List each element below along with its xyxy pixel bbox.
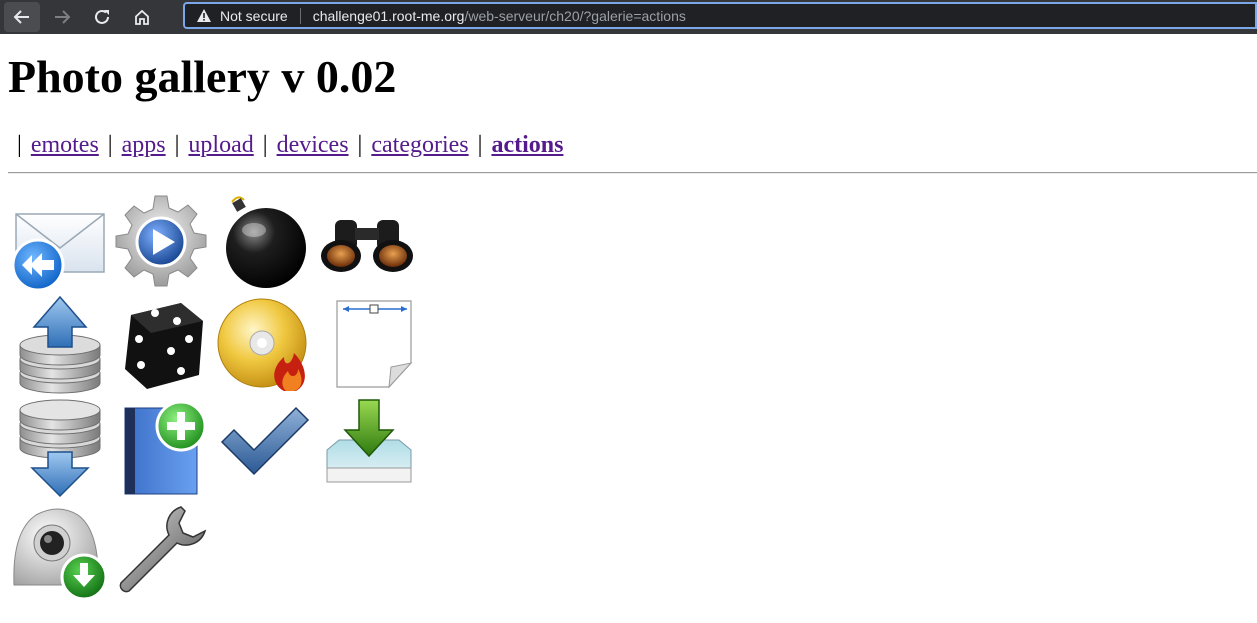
divider bbox=[8, 172, 1257, 174]
menu-link-emotes[interactable]: emotes bbox=[31, 132, 99, 158]
url-host[interactable]: challenge01.root-me.org bbox=[313, 8, 465, 24]
mail-reply-icon[interactable] bbox=[8, 192, 108, 292]
menu-separator: | bbox=[174, 132, 180, 158]
menu-link-apps[interactable]: apps bbox=[122, 132, 166, 158]
database-upload-icon[interactable] bbox=[8, 295, 108, 395]
wrench-icon[interactable] bbox=[111, 501, 211, 601]
book-add-icon[interactable] bbox=[111, 398, 211, 498]
gallery-menu: | emotes | apps | upload | devices | cat… bbox=[14, 132, 563, 159]
arrow-right-icon bbox=[55, 10, 71, 24]
menu-separator: | bbox=[107, 132, 113, 158]
menu-link-actions[interactable]: actions bbox=[491, 132, 563, 158]
menu-separator: | bbox=[477, 132, 483, 158]
database-download-icon[interactable] bbox=[8, 398, 108, 498]
menu-link-categories[interactable]: categories bbox=[371, 132, 468, 158]
checkmark-icon[interactable] bbox=[214, 398, 314, 498]
back-button[interactable] bbox=[4, 2, 40, 32]
reload-button[interactable] bbox=[84, 2, 120, 32]
dice-icon[interactable] bbox=[111, 295, 211, 395]
page-title: Photo gallery v 0.02 bbox=[8, 51, 397, 102]
arrow-left-icon bbox=[13, 10, 29, 24]
webcam-download-icon[interactable] bbox=[8, 501, 108, 601]
forward-button[interactable] bbox=[44, 2, 80, 32]
url-path[interactable]: /web-serveur/ch20/?galerie=actions bbox=[464, 8, 685, 24]
home-icon bbox=[135, 9, 149, 25]
bomb-icon[interactable] bbox=[214, 192, 314, 292]
menu-link-upload[interactable]: upload bbox=[188, 132, 253, 158]
warning-icon[interactable] bbox=[196, 8, 212, 23]
binoculars-icon[interactable] bbox=[317, 192, 417, 292]
menu-link-devices[interactable]: devices bbox=[277, 132, 349, 158]
menu-separator: | bbox=[17, 132, 22, 158]
home-button[interactable] bbox=[124, 2, 160, 32]
omnibox-divider bbox=[299, 7, 301, 24]
address-bar[interactable]: Not secure challenge01.root-me.org/web-s… bbox=[183, 2, 1257, 29]
menu-separator: | bbox=[262, 132, 268, 158]
disc-burn-icon[interactable] bbox=[214, 295, 314, 395]
reload-icon bbox=[95, 9, 109, 24]
gear-play-icon[interactable] bbox=[111, 192, 211, 292]
page-resize-icon[interactable] bbox=[317, 295, 417, 395]
browser-toolbar: Not secure challenge01.root-me.org/web-s… bbox=[0, 0, 1257, 34]
security-label[interactable]: Not secure bbox=[220, 8, 288, 24]
menu-separator: | bbox=[357, 132, 363, 158]
inbox-download-icon[interactable] bbox=[317, 398, 417, 498]
